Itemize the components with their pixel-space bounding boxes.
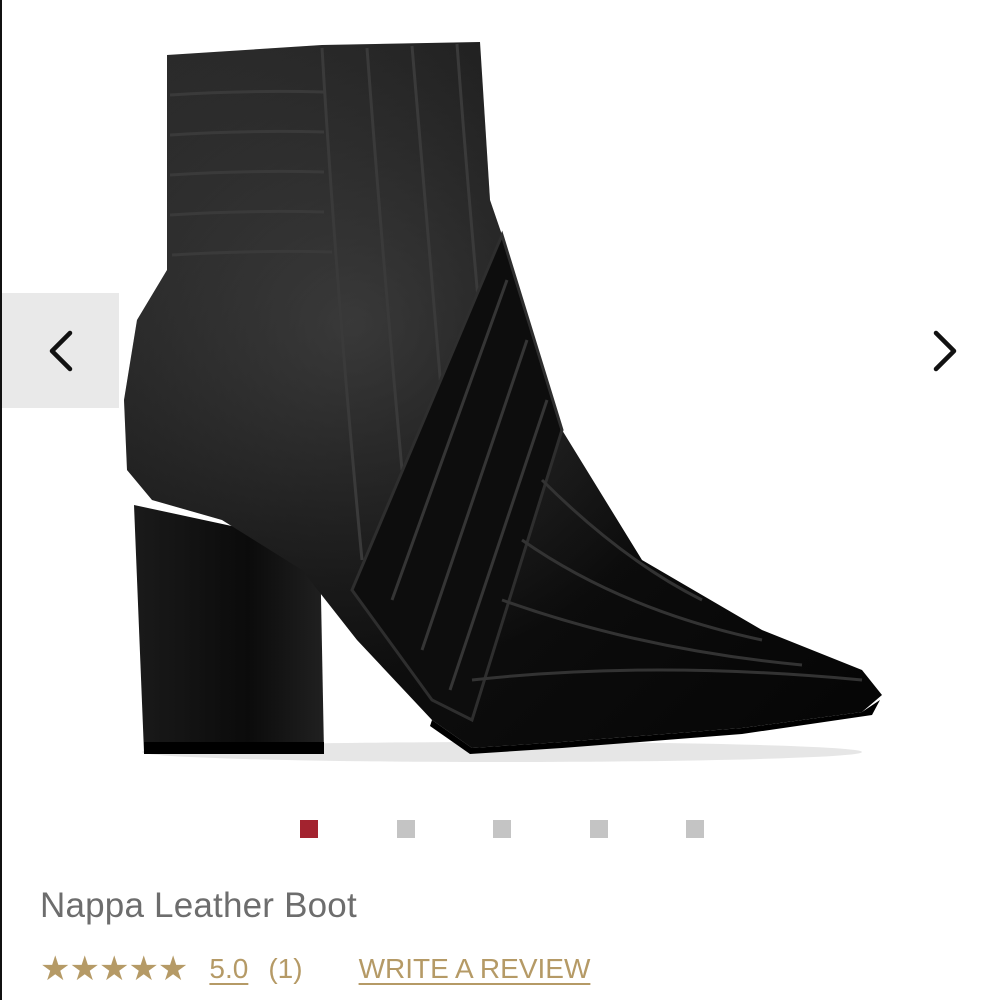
- product-title: Nappa Leather Boot: [40, 886, 357, 925]
- product-gallery: [2, 0, 1000, 800]
- gallery-dot-1[interactable]: [300, 820, 318, 838]
- gallery-dot-2[interactable]: [397, 820, 415, 838]
- chevron-right-icon: [933, 330, 956, 371]
- gallery-pagination: [2, 820, 1000, 840]
- chevron-left-icon: [49, 330, 72, 371]
- previous-image-button[interactable]: [2, 293, 119, 408]
- gallery-dot-3[interactable]: [493, 820, 511, 838]
- review-count[interactable]: (1): [268, 953, 302, 985]
- write-review-link[interactable]: WRITE A REVIEW: [359, 953, 591, 985]
- gallery-dot-4[interactable]: [590, 820, 608, 838]
- product-page: Nappa Leather Boot ★★★★★ 5.0 (1) WRITE A…: [0, 0, 1000, 1000]
- next-image-button[interactable]: [886, 293, 1000, 408]
- star-rating-icon: ★★★★★: [40, 950, 188, 988]
- rating-row: ★★★★★ 5.0 (1) WRITE A REVIEW: [40, 946, 590, 992]
- product-image: [124, 42, 882, 762]
- gallery-dot-5[interactable]: [686, 820, 704, 838]
- rating-value-link[interactable]: 5.0: [209, 953, 248, 985]
